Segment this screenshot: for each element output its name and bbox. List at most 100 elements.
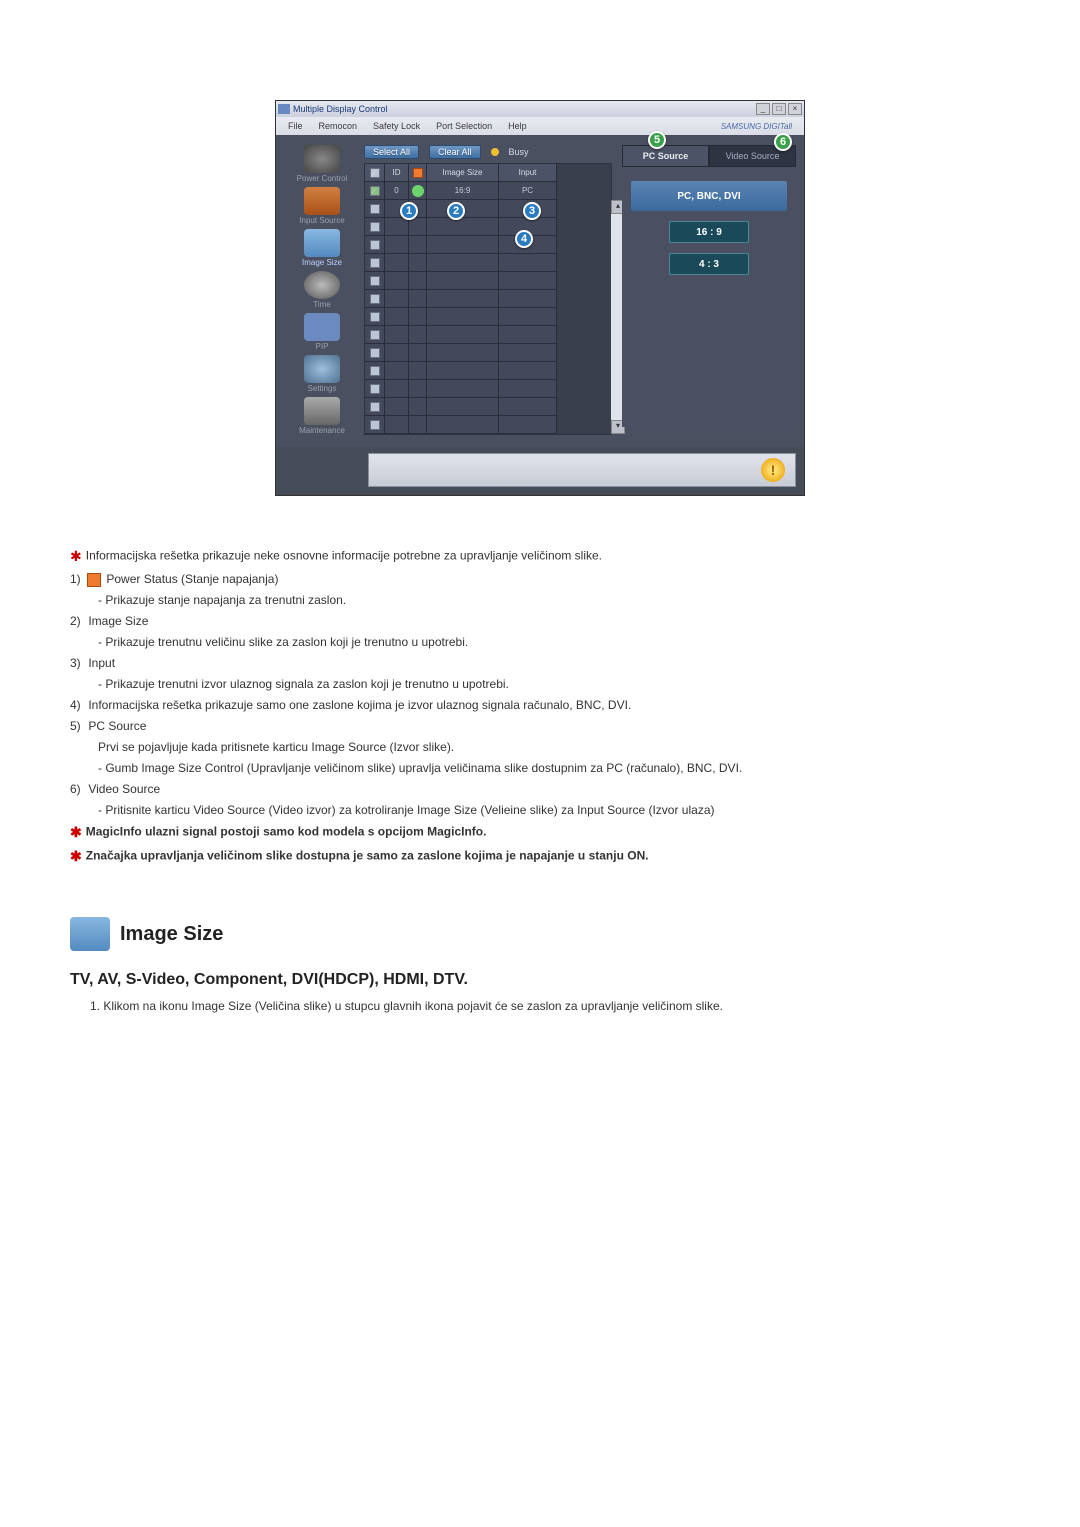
menu-file[interactable]: File bbox=[280, 119, 311, 133]
star-icon: ✱ bbox=[70, 824, 82, 840]
table-row bbox=[365, 380, 597, 398]
app-window: Multiple Display Control _ □ × File Remo… bbox=[275, 100, 805, 496]
header-checkbox[interactable]: ✓ bbox=[365, 164, 385, 182]
source-group-label: PC, BNC, DVI bbox=[631, 181, 787, 211]
section-title: Image Size bbox=[120, 923, 223, 946]
item-3-label: Input bbox=[88, 656, 115, 670]
menu-help[interactable]: Help bbox=[500, 119, 535, 133]
header-input: Input bbox=[499, 164, 557, 182]
status-bar: ! bbox=[368, 453, 796, 487]
warning-icon: ! bbox=[761, 458, 785, 482]
sidebar-item-pip[interactable]: PIP bbox=[284, 313, 360, 355]
table-row bbox=[365, 398, 597, 416]
power-status-icon bbox=[87, 573, 101, 587]
marker-1: 1 bbox=[400, 202, 418, 220]
list-number: 2) bbox=[70, 612, 85, 630]
sidebar-item-power-control[interactable]: Power Control bbox=[284, 145, 360, 187]
ordered-item-1: 1. Klikom na ikonu Image Size (Veličina … bbox=[70, 999, 1010, 1013]
explanation-list: ✱ Informacijska rešetka prikazuje neke os… bbox=[70, 546, 1010, 867]
sidebar-item-image-size[interactable]: Image Size bbox=[284, 229, 360, 271]
input-source-icon bbox=[304, 187, 340, 215]
item-5-label: PC Source bbox=[88, 719, 146, 733]
table-row bbox=[365, 218, 597, 236]
header-id: ID bbox=[385, 164, 409, 182]
right-panel: 5 6 PC Source Video Source PC, BNC, DVI … bbox=[616, 145, 796, 439]
marker-5: 5 bbox=[648, 131, 666, 149]
image-size-icon bbox=[304, 229, 340, 257]
item-5-sub2: - Gumb Image Size Control (Upravljanje v… bbox=[70, 759, 1010, 777]
item-1-label: Power Status (Stanje napajanja) bbox=[106, 572, 278, 586]
marker-2: 2 bbox=[447, 202, 465, 220]
star-icon: ✱ bbox=[70, 548, 82, 564]
tab-pc-source[interactable]: PC Source bbox=[622, 145, 709, 167]
maximize-icon[interactable]: □ bbox=[772, 103, 786, 115]
pip-icon bbox=[304, 313, 340, 341]
power-control-icon bbox=[304, 145, 340, 173]
titlebar: Multiple Display Control _ □ × bbox=[276, 101, 804, 117]
item-1-sub: - Prikazuje stanje napajanja za trenutni… bbox=[70, 591, 1010, 609]
sidebar-item-maintenance[interactable]: Maintenance bbox=[284, 397, 360, 439]
list-number: 3) bbox=[70, 654, 85, 672]
close-icon[interactable]: × bbox=[788, 103, 802, 115]
menu-remocon[interactable]: Remocon bbox=[311, 119, 366, 133]
table-row bbox=[365, 416, 597, 434]
brand-label: SAMSUNG DIGITall bbox=[713, 120, 800, 133]
item-6-label: Video Source bbox=[88, 782, 160, 796]
select-all-button[interactable]: Select All bbox=[364, 145, 419, 159]
marker-4: 4 bbox=[515, 230, 533, 248]
sidebar-item-input-source[interactable]: Input Source bbox=[284, 187, 360, 229]
list-number: 6) bbox=[70, 780, 85, 798]
row-id: 0 bbox=[385, 182, 409, 200]
item-4-label: Informacijska rešetka prikazuje samo one… bbox=[88, 698, 631, 712]
section-heading: Image Size bbox=[70, 917, 1010, 951]
item-3-sub: - Prikazuje trenutni izvor ulaznog signa… bbox=[70, 675, 1010, 693]
row-input: PC bbox=[499, 182, 557, 200]
header-power bbox=[409, 164, 427, 182]
clear-all-button[interactable]: Clear All bbox=[429, 145, 481, 159]
item-2-sub: - Prikazuje trenutnu veličinu slike za z… bbox=[70, 633, 1010, 651]
image-size-section-icon bbox=[70, 917, 110, 951]
marker-3: 3 bbox=[523, 202, 541, 220]
app-icon bbox=[278, 104, 290, 114]
row-power-status bbox=[409, 182, 427, 200]
table-row bbox=[365, 308, 597, 326]
table-row bbox=[365, 236, 597, 254]
table-row bbox=[365, 254, 597, 272]
sidebar-item-settings[interactable]: Settings bbox=[284, 355, 360, 397]
center-panel: Select All Clear All Busy ✓ ID Image Siz… bbox=[360, 145, 616, 439]
sub-heading: TV, AV, S-Video, Component, DVI(HDCP), H… bbox=[70, 971, 1010, 989]
maintenance-icon bbox=[304, 397, 340, 425]
busy-label: Busy bbox=[509, 147, 529, 157]
table-row bbox=[365, 344, 597, 362]
list-number: 5) bbox=[70, 717, 85, 735]
sidebar: Power Control Input Source Image Size Ti… bbox=[284, 145, 360, 439]
minimize-icon[interactable]: _ bbox=[756, 103, 770, 115]
table-row[interactable]: ✓ 0 16:9 PC bbox=[365, 182, 597, 200]
time-icon bbox=[304, 271, 340, 299]
table-row bbox=[365, 362, 597, 380]
header-image-size: Image Size bbox=[427, 164, 499, 182]
table-row bbox=[365, 326, 597, 344]
menu-safety-lock[interactable]: Safety Lock bbox=[365, 119, 428, 133]
note-2: Značajka upravljanja veličinom slike dos… bbox=[86, 849, 649, 863]
note-1: MagicInfo ulazni signal postoji samo kod… bbox=[86, 825, 487, 839]
window-title: Multiple Display Control bbox=[293, 104, 756, 114]
row-checkbox[interactable]: ✓ bbox=[365, 182, 385, 200]
list-number: 4) bbox=[70, 696, 85, 714]
ratio-169-button[interactable]: 16 : 9 bbox=[669, 221, 749, 243]
marker-6: 6 bbox=[774, 133, 792, 151]
item-6-sub: - Pritisnite karticu Video Source (Video… bbox=[70, 801, 1010, 819]
star-icon: ✱ bbox=[70, 848, 82, 864]
info-grid: ✓ ID Image Size Input ✓ 0 16:9 PC bbox=[364, 163, 612, 435]
settings-icon bbox=[304, 355, 340, 383]
item-5-sub1: Prvi se pojavljuje kada pritisnete karti… bbox=[70, 738, 1010, 756]
ratio-43-button[interactable]: 4 : 3 bbox=[669, 253, 749, 275]
item-2-label: Image Size bbox=[88, 614, 148, 628]
menu-port-selection[interactable]: Port Selection bbox=[428, 119, 500, 133]
grid-header: ✓ ID Image Size Input bbox=[365, 164, 611, 182]
busy-status-icon bbox=[491, 148, 499, 156]
row-image-size: 16:9 bbox=[427, 182, 499, 200]
sidebar-item-time[interactable]: Time bbox=[284, 271, 360, 313]
intro-text: Informacijska rešetka prikazuje neke osn… bbox=[86, 549, 602, 563]
table-row bbox=[365, 272, 597, 290]
